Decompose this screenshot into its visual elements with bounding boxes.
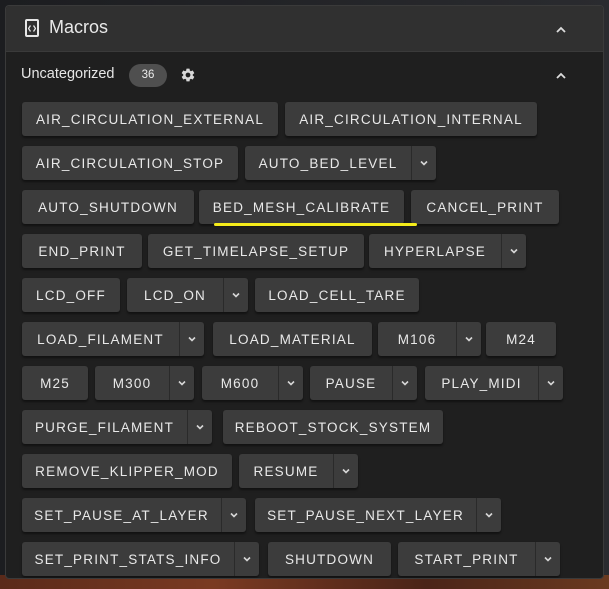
- macro-button-resume[interactable]: RESUME: [239, 454, 358, 488]
- chevron-down-icon[interactable]: [221, 498, 246, 532]
- macro-file-icon: [25, 19, 39, 37]
- macro-button-label: SET_PAUSE_NEXT_LAYER: [267, 507, 464, 523]
- panel-title: Macros: [49, 17, 109, 37]
- macro-button-label: SET_PRINT_STATS_INFO: [34, 551, 222, 567]
- macro-button-load-material[interactable]: LOAD_MATERIAL: [213, 322, 372, 356]
- macro-button-load-filament[interactable]: LOAD_FILAMENT: [22, 322, 204, 356]
- macro-button-label: REMOVE_KLIPPER_MOD: [35, 463, 219, 479]
- macro-button-label: SHUTDOWN: [284, 551, 375, 567]
- macro-button-air-circulation-internal[interactable]: AIR_CIRCULATION_INTERNAL: [285, 102, 537, 136]
- macro-button-label: PAUSE: [325, 375, 377, 391]
- macro-button-label: START_PRINT: [414, 551, 519, 567]
- chevron-down-icon[interactable]: [535, 542, 560, 576]
- macro-button-label: AIR_CIRCULATION_INTERNAL: [299, 111, 523, 127]
- macro-button-label: END_PRINT: [38, 243, 126, 259]
- chevron-down-icon[interactable]: [411, 146, 436, 180]
- macro-button-label: LOAD_MATERIAL: [229, 331, 356, 347]
- count-badge: 36: [129, 64, 167, 87]
- macro-button-purge-filament[interactable]: PURGE_FILAMENT: [22, 410, 212, 444]
- macro-button-load-cell-tare[interactable]: LOAD_CELL_TARE: [255, 278, 419, 312]
- section-label: Uncategorized: [21, 66, 115, 82]
- macro-button-air-circulation-external[interactable]: AIR_CIRCULATION_EXTERNAL: [22, 102, 278, 136]
- macro-button-m25[interactable]: M25: [22, 366, 88, 400]
- macro-button-label: PURGE_FILAMENT: [34, 419, 175, 435]
- macro-button-label: PLAY_MIDI: [441, 375, 522, 391]
- macro-button-m106[interactable]: M106: [378, 322, 481, 356]
- macro-button-label: AUTO_BED_LEVEL: [258, 155, 398, 171]
- macro-button-set-pause-at-layer[interactable]: SET_PAUSE_AT_LAYER: [22, 498, 246, 532]
- macro-button-label: LCD_ON: [144, 287, 206, 303]
- chevron-down-icon[interactable]: [456, 322, 481, 356]
- macro-button-m24[interactable]: M24: [486, 322, 556, 356]
- macro-button-label: RESUME: [253, 463, 319, 479]
- macro-button-auto-bed-level[interactable]: AUTO_BED_LEVEL: [245, 146, 436, 180]
- macro-button-get-timelapse-setup[interactable]: GET_TIMELAPSE_SETUP: [148, 234, 364, 268]
- chevron-down-icon[interactable]: [234, 542, 259, 576]
- macro-button-cancel-print[interactable]: CANCEL_PRINT: [411, 190, 559, 224]
- chevron-down-icon[interactable]: [392, 366, 417, 400]
- chevron-down-icon[interactable]: [169, 366, 194, 400]
- chevron-down-icon[interactable]: [333, 454, 358, 488]
- macro-button-label: M24: [506, 331, 536, 347]
- chevron-down-icon[interactable]: [476, 498, 501, 532]
- section-chevron-up-icon[interactable]: [554, 68, 568, 82]
- macro-button-set-print-stats-info[interactable]: SET_PRINT_STATS_INFO: [22, 542, 259, 576]
- macro-button-air-circulation-stop[interactable]: AIR_CIRCULATION_STOP: [22, 146, 238, 180]
- chevron-down-icon[interactable]: [179, 322, 204, 356]
- macro-button-shutdown[interactable]: SHUTDOWN: [268, 542, 391, 576]
- macro-button-label: HYPERLAPSE: [383, 243, 487, 259]
- gear-icon[interactable]: [180, 67, 196, 87]
- chevron-down-icon[interactable]: [538, 366, 563, 400]
- macro-button-lcd-off[interactable]: LCD_OFF: [22, 278, 120, 312]
- macro-button-label: M106: [397, 331, 437, 347]
- macro-button-reboot-stock-system[interactable]: REBOOT_STOCK_SYSTEM: [223, 410, 443, 444]
- chevron-down-icon[interactable]: [187, 410, 212, 444]
- macro-button-label: AIR_CIRCULATION_EXTERNAL: [35, 111, 265, 127]
- macro-button-m300[interactable]: M300: [95, 366, 194, 400]
- macro-button-m600[interactable]: M600: [202, 366, 303, 400]
- macro-button-label: SET_PAUSE_AT_LAYER: [34, 507, 209, 523]
- chevron-up-icon[interactable]: [554, 22, 568, 36]
- chevron-down-icon[interactable]: [278, 366, 303, 400]
- macro-button-label: REBOOT_STOCK_SYSTEM: [234, 419, 432, 435]
- macro-button-label: LCD_OFF: [36, 287, 106, 303]
- macro-button-label: LOAD_FILAMENT: [37, 331, 164, 347]
- chevron-down-icon[interactable]: [223, 278, 248, 312]
- highlight-underline: [214, 223, 417, 226]
- macro-button-label: CANCEL_PRINT: [426, 199, 544, 215]
- macro-button-label: M600: [220, 375, 260, 391]
- panel-header: Macros: [6, 6, 603, 52]
- macro-button-label: BED_MESH_CALIBRATE: [212, 199, 391, 215]
- macros-panel: Macros Uncategorized 36 AIR_CIRCULATION_…: [5, 5, 604, 579]
- macro-button-label: M300: [112, 375, 152, 391]
- macro-button-remove-klipper-mod[interactable]: REMOVE_KLIPPER_MOD: [22, 454, 232, 488]
- macro-button-label: M25: [40, 375, 70, 391]
- macro-button-play-midi[interactable]: PLAY_MIDI: [425, 366, 563, 400]
- chevron-down-icon[interactable]: [501, 234, 526, 268]
- macro-button-bed-mesh-calibrate[interactable]: BED_MESH_CALIBRATE: [199, 190, 404, 224]
- macro-button-end-print[interactable]: END_PRINT: [22, 234, 142, 268]
- macro-button-label: AIR_CIRCULATION_STOP: [35, 155, 225, 171]
- macro-button-pause[interactable]: PAUSE: [310, 366, 417, 400]
- macro-button-label: LOAD_CELL_TARE: [268, 287, 406, 303]
- macro-button-hyperlapse[interactable]: HYPERLAPSE: [369, 234, 526, 268]
- macro-button-label: AUTO_SHUTDOWN: [38, 199, 178, 215]
- macro-button-set-pause-next-layer[interactable]: SET_PAUSE_NEXT_LAYER: [255, 498, 501, 532]
- macro-button-label: GET_TIMELAPSE_SETUP: [162, 243, 350, 259]
- macro-button-auto-shutdown[interactable]: AUTO_SHUTDOWN: [22, 190, 194, 224]
- macro-button-start-print[interactable]: START_PRINT: [398, 542, 560, 576]
- macro-button-lcd-on[interactable]: LCD_ON: [127, 278, 248, 312]
